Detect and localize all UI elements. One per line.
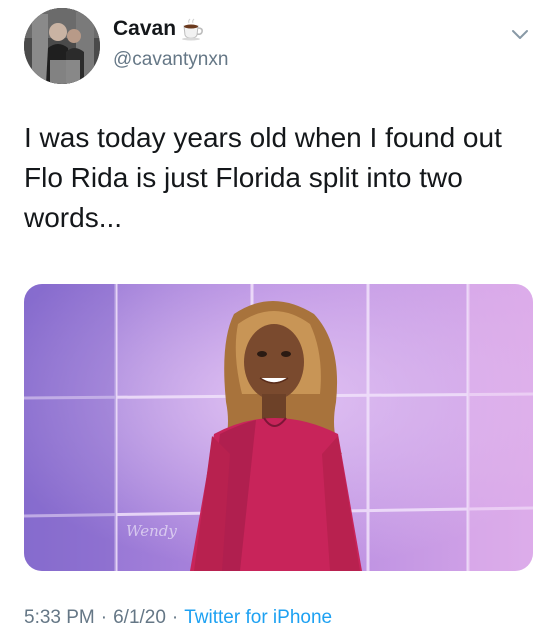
tweet-text: I was today years old when I found out F… bbox=[24, 122, 502, 233]
display-name[interactable]: Cavan bbox=[113, 16, 176, 42]
coffee-cup-icon bbox=[180, 17, 206, 41]
tweet-card: Cavan @cavantynxn I was today years old … bbox=[0, 0, 557, 640]
chevron-down-icon[interactable] bbox=[508, 22, 532, 46]
tweet-date[interactable]: 6/1/20 bbox=[113, 607, 166, 628]
image-watermark: Wendy bbox=[126, 522, 177, 540]
tweet-image[interactable]: Wendy bbox=[24, 284, 533, 571]
author-name-row[interactable]: Cavan bbox=[113, 16, 206, 42]
meta-separator: · bbox=[171, 607, 179, 628]
meta-separator: · bbox=[100, 607, 108, 628]
tweet-time[interactable]: 5:33 PM bbox=[24, 607, 95, 628]
avatar[interactable] bbox=[24, 8, 100, 84]
author-handle[interactable]: @cavantynxn bbox=[113, 48, 228, 72]
tweet-metadata: 5:33 PM · 6/1/20 · Twitter for iPhone bbox=[24, 606, 332, 630]
tweet-source-link[interactable]: Twitter for iPhone bbox=[184, 607, 332, 628]
